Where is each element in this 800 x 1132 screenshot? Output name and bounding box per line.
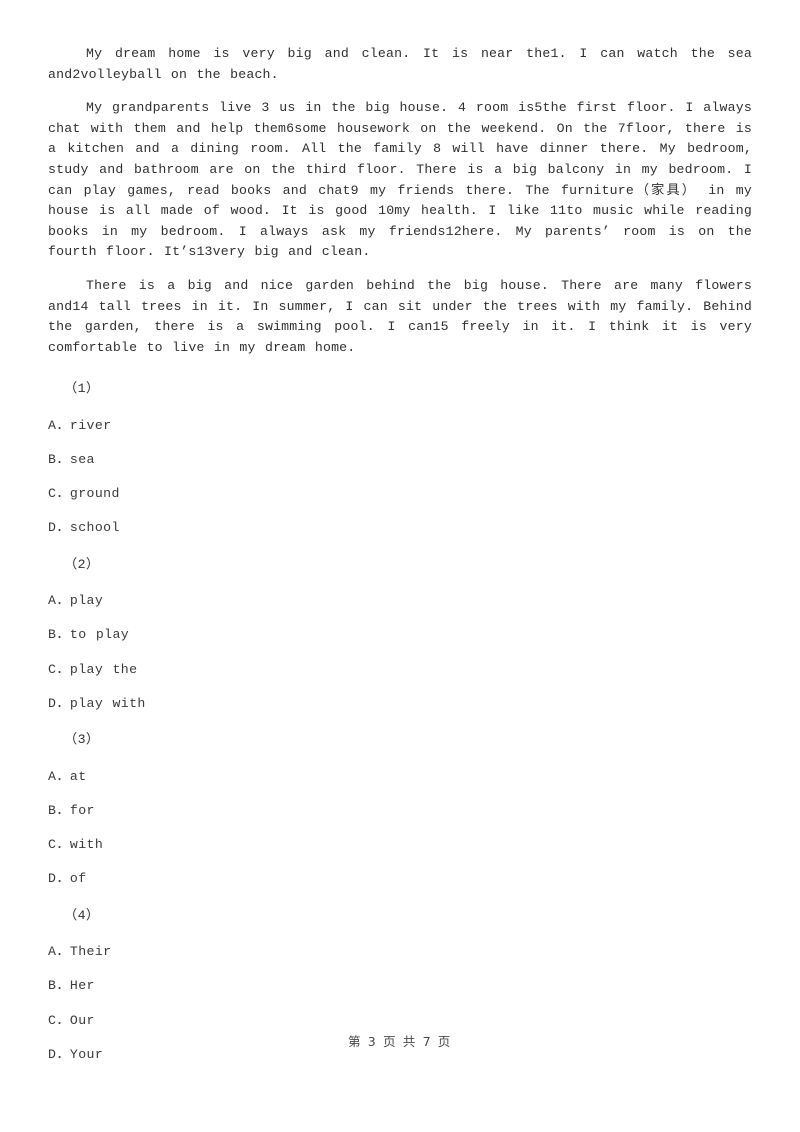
- document-page: My dream home is very big and clean. It …: [0, 0, 800, 1132]
- question-number: （2）: [64, 556, 100, 572]
- option-b[interactable]: B．for: [48, 801, 752, 822]
- question-2: （2） A．play B．to play C．play the D．play w…: [48, 555, 752, 714]
- option-a[interactable]: A．play: [48, 591, 752, 612]
- option-b[interactable]: B．to play: [48, 625, 752, 646]
- page-footer: 第 3 页 共 7 页: [347, 1034, 453, 1049]
- question-3: （3） A．at B．for C．with D．of: [48, 730, 752, 889]
- option-d[interactable]: D．of: [48, 869, 752, 890]
- option-c[interactable]: C．Our: [48, 1011, 752, 1032]
- option-b[interactable]: B．sea: [48, 450, 752, 471]
- question-number: （4）: [64, 907, 100, 923]
- question-number: （1）: [64, 381, 100, 397]
- option-c[interactable]: C．ground: [48, 484, 752, 505]
- option-b[interactable]: B．Her: [48, 976, 752, 997]
- option-d[interactable]: D．play with: [48, 694, 752, 715]
- option-a[interactable]: A．river: [48, 416, 752, 437]
- document-content: My dream home is very big and clean. It …: [48, 44, 752, 1081]
- option-c[interactable]: C．play the: [48, 660, 752, 681]
- option-a[interactable]: A．at: [48, 767, 752, 788]
- question-number: （3）: [64, 732, 100, 748]
- questions-list: （1） A．river B．sea C．ground D．school （2） …: [48, 379, 752, 1065]
- option-c[interactable]: C．with: [48, 835, 752, 856]
- passage-paragraph-2: My grandparents live 3 us in the big hou…: [48, 100, 752, 260]
- passage-paragraph-3: There is a big and nice garden behind th…: [48, 277, 752, 355]
- option-a[interactable]: A．Their: [48, 942, 752, 963]
- question-1: （1） A．river B．sea C．ground D．school: [48, 379, 752, 538]
- option-d[interactable]: D．school: [48, 518, 752, 539]
- passage-paragraph-1: My dream home is very big and clean. It …: [48, 46, 752, 82]
